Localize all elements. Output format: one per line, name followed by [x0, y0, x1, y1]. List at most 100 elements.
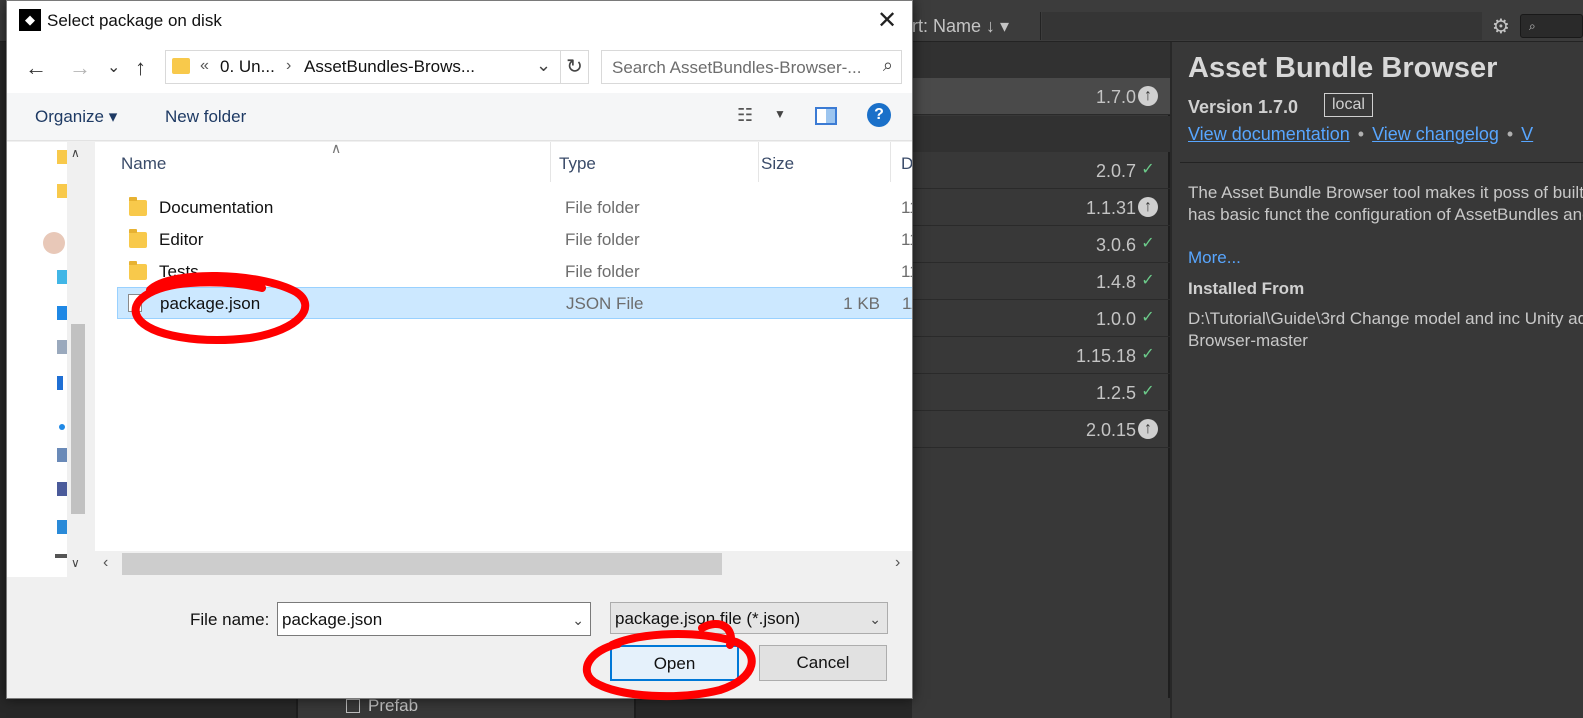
file-row[interactable]: Documentation File folder 11 — [117, 192, 912, 224]
installed-from-heading: Installed From — [1188, 279, 1305, 298]
file-date: 11 — [901, 262, 912, 281]
recent-locations-chevron-icon[interactable]: ⌄ — [107, 57, 120, 77]
gear-icon[interactable]: ⚙ — [1492, 14, 1510, 39]
close-icon[interactable]: ✕ — [867, 5, 907, 37]
package-row[interactable]: 2.0.7 ✓ — [912, 152, 1170, 189]
search-input[interactable]: Search AssetBundles-Browser-... ⌕ — [601, 50, 902, 84]
up-arrow-icon[interactable]: ↑ — [135, 55, 146, 81]
scroll-up-icon[interactable]: ∧ — [71, 146, 80, 160]
breadcrumb-segment[interactable]: AssetBundles-Brows... — [304, 57, 475, 77]
package-row[interactable]: 1.15.18 ✓ — [912, 337, 1170, 374]
scroll-left-icon[interactable]: ‹ — [103, 554, 108, 572]
file-list: ∧ Name Type Size Da Documentation File f… — [95, 142, 912, 575]
address-bar[interactable]: « 0. Un... › AssetBundles-Brows... ⌄ — [165, 50, 561, 84]
column-label: Da — [901, 154, 912, 173]
package-group-header[interactable] — [912, 42, 1170, 78]
breadcrumb-segment[interactable]: 0. Un... — [220, 57, 275, 77]
package-list-footer — [912, 698, 1170, 718]
package-row[interactable]: 3.0.6 ✓ — [912, 226, 1170, 263]
package-row[interactable]: 1.0.0 ✓ — [912, 300, 1170, 337]
open-button[interactable]: Open — [610, 645, 739, 681]
update-available-icon: ↑ — [1138, 86, 1158, 106]
folder-icon[interactable] — [57, 184, 67, 198]
pictures-icon[interactable] — [57, 448, 67, 462]
breadcrumb-separator-icon[interactable]: › — [286, 57, 291, 75]
command-bar: Organize ▾ New folder ☷ ▼ ? — [7, 93, 912, 141]
chevron-down-icon[interactable]: ⌄ — [572, 603, 584, 637]
update-available-icon: ↑ — [1138, 419, 1158, 439]
installed-check-icon: ✓ — [1141, 383, 1155, 400]
file-name-value: package.json — [282, 610, 383, 629]
refresh-icon[interactable]: ↻ — [561, 50, 589, 84]
package-row[interactable]: 1.1.31 ↑ — [912, 189, 1170, 226]
scrollbar-thumb[interactable] — [122, 553, 722, 575]
package-row[interactable]: 1.7.0 ↑ — [912, 78, 1170, 115]
toolbar-separator — [1040, 12, 1041, 40]
organize-button[interactable]: Organize ▾ — [35, 107, 117, 127]
file-row-selected[interactable]: package.json JSON File 1 KB 1/ — [117, 287, 912, 319]
file-name: Tests — [159, 262, 199, 281]
3d-objects-icon[interactable] — [57, 270, 67, 284]
file-type-select[interactable]: package.json file (*.json) ⌄ — [610, 602, 888, 634]
user-avatar-icon[interactable] — [43, 232, 65, 254]
view-dropdown-icon[interactable]: ▼ — [774, 107, 786, 121]
music-icon[interactable] — [59, 424, 65, 430]
help-icon[interactable]: ? — [867, 103, 891, 127]
column-header-type[interactable]: Type — [559, 142, 759, 182]
column-label: Size — [761, 154, 795, 173]
windows-drive-icon[interactable] — [57, 520, 67, 534]
unity-search-field[interactable]: ⌕ — [1520, 14, 1583, 38]
column-header-size[interactable]: Size — [761, 142, 891, 182]
package-details: Asset Bundle Browser Version 1.7.0 local… — [1172, 42, 1583, 718]
file-name-input[interactable]: package.json ⌄ — [277, 602, 591, 636]
scroll-right-icon[interactable]: › — [895, 554, 900, 572]
more-link[interactable]: More... — [1188, 248, 1241, 268]
chevron-down-icon[interactable]: ⌄ — [869, 603, 881, 635]
drive-icon[interactable] — [55, 554, 67, 558]
scroll-down-icon[interactable]: ∨ — [71, 556, 80, 570]
desktop-icon[interactable] — [57, 306, 67, 320]
package-title: Asset Bundle Browser — [1188, 52, 1498, 84]
column-header-name[interactable]: Name — [121, 142, 551, 182]
navigation-scrollbar[interactable]: ∧ ∨ — [67, 142, 89, 577]
select-package-dialog: ◆ Select package on disk ✕ ← → ⌄ ↑ « 0. … — [6, 0, 913, 699]
view-changelog-link[interactable]: View changelog — [1372, 124, 1499, 144]
prefab-checkbox[interactable] — [346, 699, 360, 713]
view-licenses-link[interactable]: V — [1521, 124, 1533, 144]
address-dropdown-icon[interactable]: ⌄ — [536, 55, 551, 76]
package-row[interactable]: 1.2.5 ✓ — [912, 374, 1170, 411]
file-name: Editor — [159, 230, 204, 249]
folder-icon[interactable] — [57, 150, 67, 164]
package-row[interactable]: 1.4.8 ✓ — [912, 263, 1170, 300]
videos-icon[interactable] — [57, 482, 67, 496]
search-placeholder: Search AssetBundles-Browser-... — [612, 58, 862, 77]
documents-icon[interactable] — [57, 340, 67, 354]
package-version: 2.0.7 — [1095, 161, 1136, 181]
cancel-button[interactable]: Cancel — [759, 645, 887, 681]
package-row[interactable]: 2.0.15 ↑ — [912, 411, 1170, 448]
scrollbar-thumb[interactable] — [71, 324, 85, 514]
forward-arrow-icon[interactable]: → — [69, 55, 91, 81]
link-separator: • — [1357, 124, 1365, 144]
view-documentation-link[interactable]: View documentation — [1188, 124, 1350, 144]
preview-pane-icon[interactable] — [815, 107, 837, 125]
view-options-icon[interactable]: ☷ — [737, 105, 753, 126]
package-description: The Asset Bundle Browser tool makes it p… — [1188, 183, 1583, 224]
back-arrow-icon[interactable]: ← — [25, 55, 47, 81]
column-header-date[interactable]: Da — [901, 142, 912, 182]
downloads-icon[interactable] — [57, 376, 63, 390]
update-available-icon: ↑ — [1138, 197, 1158, 217]
file-row[interactable]: Editor File folder 11 — [117, 224, 912, 256]
horizontal-scrollbar[interactable]: ‹ › — [95, 551, 912, 577]
sort-dropdown[interactable]: rt: Name ↓ ▾ — [912, 16, 1009, 37]
overflow-chevron-icon[interactable]: « — [200, 57, 209, 75]
package-group-header[interactable] — [912, 116, 1170, 152]
installed-check-icon: ✓ — [1141, 309, 1155, 326]
package-version: 1.0.0 — [1095, 309, 1136, 329]
installed-from-path: D:\Tutorial\Guide\3rd Change model and i… — [1188, 309, 1583, 350]
file-type: File folder — [565, 198, 640, 217]
file-row[interactable]: Tests File folder 11 — [117, 256, 912, 288]
column-label: Name — [121, 154, 167, 173]
new-folder-button[interactable]: New folder — [165, 107, 246, 127]
folder-icon — [129, 261, 147, 280]
